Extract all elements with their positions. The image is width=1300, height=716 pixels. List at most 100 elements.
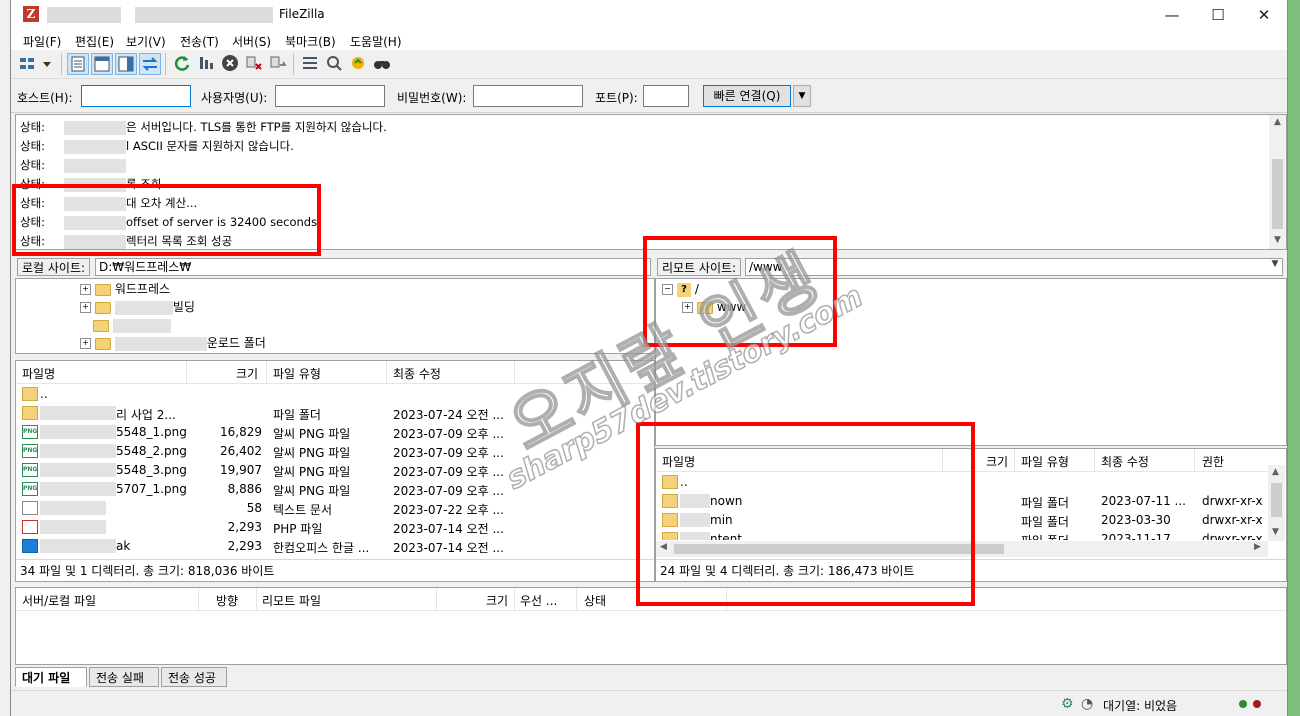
site-manager-icon[interactable]	[17, 53, 55, 75]
expand-icon[interactable]: +	[80, 302, 91, 313]
column-filename[interactable]: 파일명	[662, 453, 695, 470]
password-input[interactable]	[473, 85, 583, 107]
tree-item[interactable]: + 운로드 폴더	[80, 334, 266, 352]
message-log[interactable]: 상태: 은 서버입니다. TLS를 통한 FTP를 지원하지 않습니다. 상태: l…	[15, 114, 1287, 250]
transfer-queue[interactable]: 서버/로컬 파일 방향 리모트 파일 크기 우선 ... 상태	[15, 587, 1287, 665]
disconnect-icon[interactable]	[243, 53, 265, 75]
menu-help[interactable]: 도움말(H)	[350, 33, 402, 50]
column-permissions[interactable]: 권한	[1202, 453, 1224, 470]
maximize-button[interactable]: ☐	[1195, 0, 1241, 30]
scrollbar-thumb[interactable]	[1271, 483, 1282, 517]
expand-icon[interactable]: +	[80, 284, 91, 295]
column-divider[interactable]	[1014, 449, 1015, 471]
file-row[interactable]: min 파일 폴더 2023-03-30 drwxr-xr-x	[656, 511, 1268, 530]
column-divider[interactable]	[1094, 449, 1095, 471]
column-divider[interactable]	[514, 361, 515, 383]
column-size[interactable]: 크기	[986, 453, 1008, 470]
column-divider[interactable]	[256, 588, 257, 610]
username-input[interactable]	[275, 85, 385, 107]
tree-item[interactable]: + 빌딩	[80, 298, 195, 316]
column-divider[interactable]	[186, 361, 187, 383]
speed-limit-icon[interactable]: ◔	[1081, 696, 1093, 712]
scroll-right-icon[interactable]: ▶	[1254, 542, 1261, 552]
remote-file-list[interactable]: ^ 파일명 크기 파일 유형 최종 수정 권한 .. nown 파일 폴더 20…	[655, 448, 1287, 582]
menu-transfer[interactable]: 전송(T)	[180, 33, 219, 50]
binoculars-search-icon[interactable]	[371, 53, 393, 75]
toggle-transfer-queue-icon[interactable]	[139, 53, 161, 75]
tab-successful-transfers[interactable]: 전송 성공	[161, 667, 227, 687]
remote-path-dropdown-icon[interactable]: ▼	[1267, 259, 1283, 269]
column-size[interactable]: 크기	[236, 365, 258, 382]
file-row[interactable]: ntent 파일 폴더 2023-11-17 drwxr-xr-x	[656, 530, 1268, 540]
column-divider[interactable]	[386, 361, 387, 383]
column-divider[interactable]	[726, 588, 727, 610]
scroll-up-icon[interactable]: ▲	[1272, 467, 1279, 477]
expand-icon[interactable]: +	[682, 302, 693, 313]
scroll-up-icon[interactable]: ▲	[1269, 117, 1286, 127]
column-filetype[interactable]: 파일 유형	[273, 365, 321, 382]
menu-view[interactable]: 보기(V)	[126, 33, 166, 50]
menu-server[interactable]: 서버(S)	[232, 33, 271, 50]
local-file-list[interactable]: ^ 파일명 크기 파일 유형 최종 수정 .. 리 사업 2... 파일 폴더 …	[15, 360, 655, 582]
quickconnect-dropdown-button[interactable]: ▼	[793, 85, 811, 107]
sync-browsing-icon[interactable]	[347, 53, 369, 75]
reconnect-icon[interactable]	[267, 53, 289, 75]
minimize-button[interactable]: —	[1149, 0, 1195, 30]
file-row[interactable]: 리 사업 2... 파일 폴더 2023-07-24 오전 ...	[16, 404, 654, 423]
settings-gear-icon[interactable]: ⚙	[1061, 696, 1074, 712]
scrollbar-thumb[interactable]	[674, 544, 1004, 554]
process-queue-icon[interactable]	[195, 53, 217, 75]
scrollbar-thumb[interactable]	[1272, 159, 1283, 229]
column-divider[interactable]	[576, 588, 577, 610]
file-row[interactable]: ak 2,293 한컴오피스 한글 ... 2023-07-14 오전 ...	[16, 537, 654, 556]
port-input[interactable]	[643, 85, 689, 107]
remote-horizontal-scrollbar[interactable]: ◀ ▶	[656, 541, 1268, 557]
toggle-remote-tree-icon[interactable]	[115, 53, 137, 75]
toggle-local-tree-icon[interactable]	[91, 53, 113, 75]
remote-vertical-scrollbar[interactable]: ▲ ▼	[1268, 465, 1285, 541]
scroll-left-icon[interactable]: ◀	[660, 542, 667, 552]
column-status[interactable]: 상태	[584, 592, 606, 609]
expand-icon[interactable]: +	[80, 338, 91, 349]
menu-file[interactable]: 파일(F)	[23, 33, 61, 50]
column-size[interactable]: 크기	[486, 592, 508, 609]
close-button[interactable]: ✕	[1241, 0, 1287, 30]
column-server-local-file[interactable]: 서버/로컬 파일	[22, 592, 96, 609]
scroll-down-icon[interactable]: ▼	[1269, 235, 1286, 245]
menu-edit[interactable]: 편집(E)	[75, 33, 114, 50]
column-divider[interactable]	[436, 588, 437, 610]
file-row[interactable]: nown 파일 폴더 2023-07-11 ... drwxr-xr-x	[656, 492, 1268, 511]
file-row[interactable]: PNG 5548_2.png 26,402 알씨 PNG 파일 2023-07-…	[16, 442, 654, 461]
column-divider[interactable]	[198, 588, 199, 610]
toggle-log-icon[interactable]	[67, 53, 89, 75]
file-row[interactable]: PNG 5548_3.png 19,907 알씨 PNG 파일 2023-07-…	[16, 461, 654, 480]
scroll-down-icon[interactable]: ▼	[1272, 527, 1279, 537]
column-direction[interactable]: 방향	[216, 592, 238, 609]
file-row[interactable]: PNG 5707_1.png 8,886 알씨 PNG 파일 2023-07-0…	[16, 480, 654, 499]
tree-item[interactable]: + 워드프레스	[80, 280, 170, 298]
column-filetype[interactable]: 파일 유형	[1021, 453, 1069, 470]
collapse-icon[interactable]: −	[662, 284, 673, 295]
local-path-input[interactable]: D:₩워드프레스₩	[95, 258, 651, 276]
file-row[interactable]: PNG 5548_1.png 16,829 알씨 PNG 파일 2023-07-…	[16, 423, 654, 442]
column-divider[interactable]	[942, 449, 943, 471]
tab-queued-files[interactable]: 대기 파일	[15, 667, 87, 687]
quickconnect-button[interactable]: 빠른 연결(Q)	[703, 85, 791, 107]
remote-directory-tree[interactable]: −? / + www	[655, 278, 1287, 446]
file-row[interactable]: ..	[656, 473, 1268, 492]
remote-path-input[interactable]: /www	[745, 258, 1283, 276]
cancel-operation-icon[interactable]	[219, 53, 241, 75]
column-priority[interactable]: 우선 ...	[520, 592, 557, 609]
filter-icon[interactable]	[299, 53, 321, 75]
tree-item[interactable]: −? /	[662, 280, 699, 298]
column-remote-file[interactable]: 리모트 파일	[262, 592, 321, 609]
refresh-icon[interactable]	[171, 53, 193, 75]
local-directory-tree[interactable]: + 워드프레스 + 빌딩 + 운로드 폴더	[15, 278, 655, 354]
file-row[interactable]: 58 텍스트 문서 2023-07-22 오후 ...	[16, 499, 654, 518]
file-row[interactable]: ..	[16, 385, 654, 404]
column-divider[interactable]	[266, 361, 267, 383]
compare-dirs-icon[interactable]	[323, 53, 345, 75]
column-divider[interactable]	[514, 588, 515, 610]
tree-item[interactable]	[93, 316, 171, 334]
column-divider[interactable]	[1194, 449, 1195, 471]
